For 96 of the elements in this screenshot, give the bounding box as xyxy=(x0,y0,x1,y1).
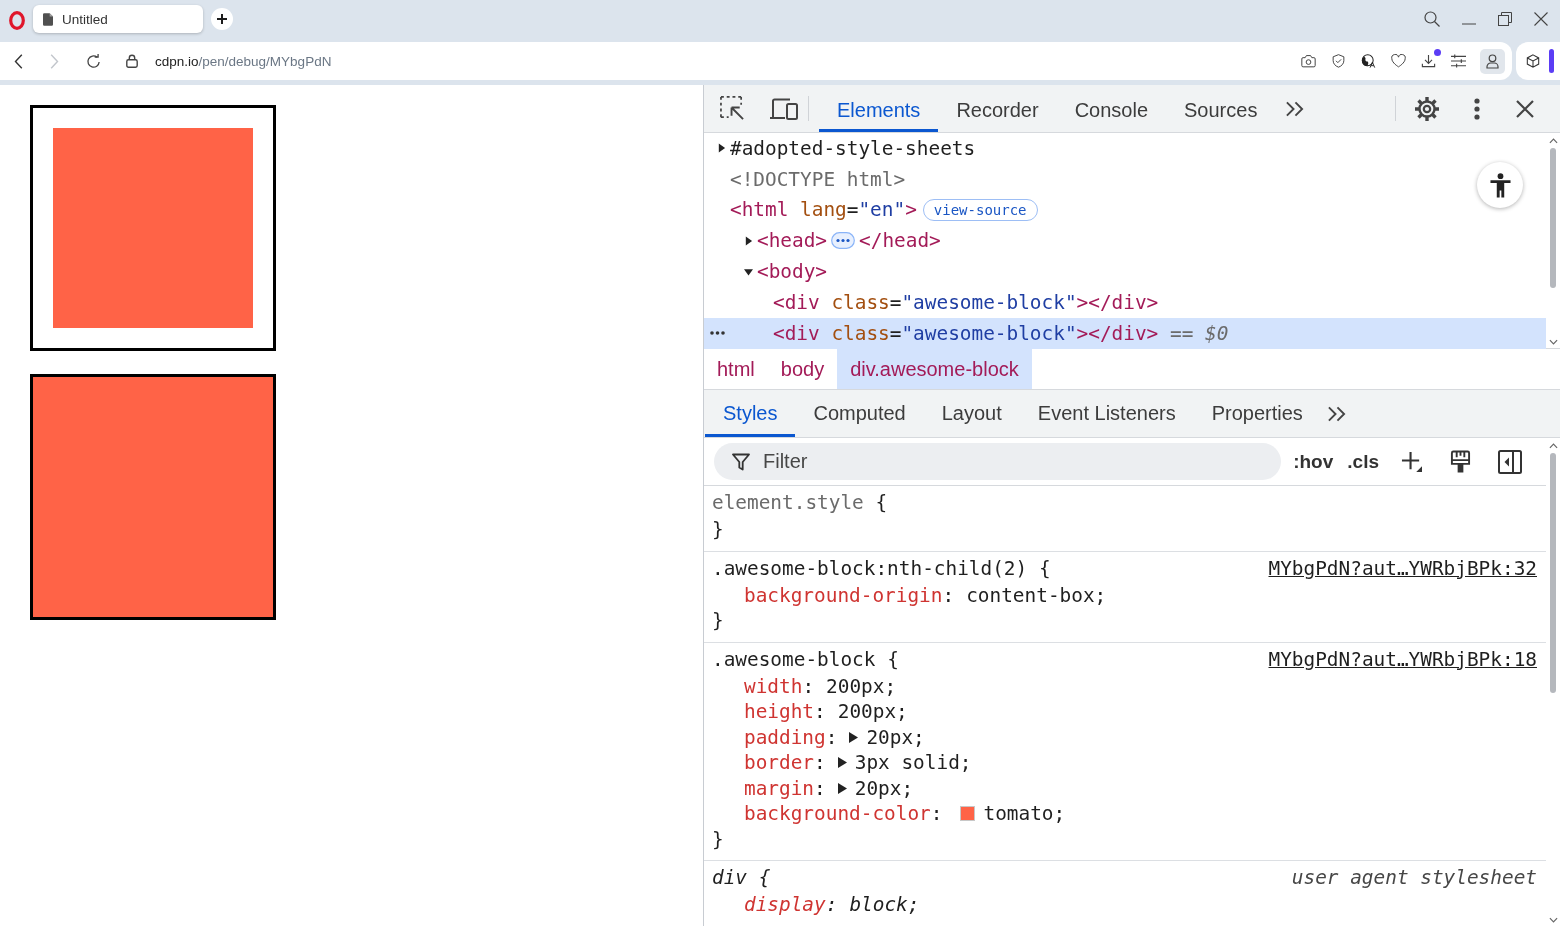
rule-selector[interactable]: element.style { xyxy=(712,491,888,514)
scrollbar-thumb[interactable] xyxy=(1550,453,1556,693)
dom-node[interactable]: <body> xyxy=(704,256,1546,287)
sidebar-tab[interactable]: Computed xyxy=(795,390,924,437)
device-icon[interactable] xyxy=(770,97,798,120)
source-link[interactable]: MYbgPdN?aut…YWRbjBPk:18 xyxy=(1268,647,1537,671)
globe-icon[interactable] xyxy=(1361,54,1376,68)
devtools-tab[interactable]: Sources xyxy=(1166,85,1276,132)
closing-brace: } xyxy=(712,609,724,633)
panel-toggle-icon[interactable] xyxy=(1498,449,1522,474)
lock-icon[interactable] xyxy=(126,54,138,68)
property-name[interactable]: background-color: xyxy=(744,802,943,826)
color-swatch-icon[interactable] xyxy=(960,806,976,822)
scrollbar-thumb[interactable] xyxy=(1550,148,1556,288)
restore-icon[interactable] xyxy=(1498,11,1512,26)
browser-tab[interactable]: Untitled xyxy=(33,5,203,33)
dom-node[interactable]: <html lang="en"> view-source xyxy=(704,194,1546,226)
download-icon[interactable] xyxy=(1421,54,1436,68)
breadcrumb[interactable]: html xyxy=(704,349,768,389)
property-value[interactable]: 3px solid; xyxy=(854,751,972,775)
more-dots-icon[interactable] xyxy=(710,330,725,335)
accessibility-icon xyxy=(1489,172,1511,198)
devtools-tab[interactable]: Recorder xyxy=(938,85,1057,132)
source-link[interactable]: MYbgPdN?aut…YWRbjBPk:32 xyxy=(1268,556,1537,580)
back-icon[interactable] xyxy=(14,53,23,69)
shield-check-icon[interactable] xyxy=(1331,54,1346,68)
property-name[interactable]: padding: xyxy=(744,725,838,749)
sliders-icon[interactable] xyxy=(1451,54,1466,68)
plus-icon xyxy=(217,14,227,24)
closing-brace: } xyxy=(712,827,724,851)
kebab-menu-icon[interactable] xyxy=(1474,97,1480,120)
property-value[interactable]: content-box; xyxy=(966,583,1107,607)
opera-logo-icon[interactable] xyxy=(9,11,25,30)
property-name[interactable]: background-origin: xyxy=(744,583,955,607)
dom-node[interactable]: <!DOCTYPE html> xyxy=(704,163,1546,195)
reload-icon[interactable] xyxy=(86,53,101,69)
breadcrumb[interactable]: body xyxy=(767,349,838,389)
sidebar-tab[interactable]: Properties xyxy=(1193,390,1321,437)
accent-bar xyxy=(1549,49,1554,73)
sidebar-tab[interactable]: Event Listeners xyxy=(1019,390,1194,437)
dom-node[interactable]: <div class="awesome-block"></div> == $0 xyxy=(704,317,1546,349)
property-value[interactable]: 200px; xyxy=(826,674,897,698)
document-icon xyxy=(43,12,53,26)
property-value[interactable]: 200px; xyxy=(837,700,908,724)
search-icon[interactable] xyxy=(1424,10,1440,27)
rule-selector[interactable]: .awesome-block { xyxy=(712,647,899,671)
scroll-up-icon[interactable] xyxy=(1548,443,1558,449)
closing-brace: } xyxy=(712,518,724,542)
dom-node[interactable]: #adopted-style-sheets xyxy=(704,133,1546,164)
expand-triangle-icon[interactable] xyxy=(837,757,847,769)
property-value[interactable]: tomato; xyxy=(983,802,1066,826)
collapsed-content-icon[interactable] xyxy=(831,232,856,250)
scroll-up-icon[interactable] xyxy=(1548,138,1558,144)
filter-field[interactable]: Filter xyxy=(714,443,1282,480)
new-tab-button[interactable] xyxy=(211,8,233,30)
devtools-tab[interactable]: Elements xyxy=(819,85,939,132)
heart-icon[interactable] xyxy=(1391,54,1406,68)
breadcrumb[interactable]: div.awesome-block xyxy=(837,349,1032,389)
devtools-tab[interactable]: Console xyxy=(1056,85,1167,132)
sidebar-tab[interactable]: Layout xyxy=(923,390,1020,437)
caret-icon[interactable] xyxy=(717,143,726,154)
property-name[interactable]: width: xyxy=(744,674,815,698)
toolbar-button[interactable]: .cls xyxy=(1347,450,1379,473)
filter-icon xyxy=(732,453,750,471)
property-name[interactable]: margin: xyxy=(744,776,826,800)
profile-icon[interactable] xyxy=(1480,48,1505,74)
property-value[interactable]: 20px; xyxy=(866,725,925,749)
double-chevron-icon[interactable] xyxy=(1285,100,1305,117)
expand-triangle-icon[interactable] xyxy=(849,731,859,743)
element-picker-icon[interactable] xyxy=(720,96,745,121)
toolbar-button[interactable]: :hov xyxy=(1293,450,1334,473)
stylesheet-origin: user agent stylesheet xyxy=(1291,866,1537,889)
paint-brush-icon[interactable] xyxy=(1450,449,1471,474)
property-name[interactable]: border: xyxy=(744,751,826,775)
double-chevron-icon[interactable] xyxy=(1326,405,1346,422)
property-value[interactable]: 20px; xyxy=(854,776,914,800)
close-icon[interactable] xyxy=(1516,99,1534,118)
camera-icon[interactable] xyxy=(1301,54,1316,68)
property-value[interactable]: block; xyxy=(849,893,920,917)
close-icon[interactable] xyxy=(1534,11,1548,26)
scroll-down-icon[interactable] xyxy=(1548,339,1558,345)
cube-icon[interactable] xyxy=(1526,54,1540,68)
expand-triangle-icon[interactable] xyxy=(837,782,847,794)
scroll-down-icon[interactable] xyxy=(1548,917,1558,923)
caret-icon[interactable] xyxy=(744,235,753,246)
property-name[interactable]: height: xyxy=(744,700,826,724)
rule-selector[interactable]: .awesome-block:nth-child(2) { xyxy=(712,556,1051,580)
property-name[interactable]: display: xyxy=(744,893,838,917)
plus-icon[interactable] xyxy=(1401,451,1422,472)
settings-icon[interactable] xyxy=(1414,95,1440,122)
address-field[interactable]: cdpn.io/pen/debug/MYbgPdN xyxy=(155,53,332,69)
dom-node[interactable]: <head> </head> xyxy=(704,225,1546,257)
accessibility-button[interactable] xyxy=(1477,162,1523,208)
rule-selector[interactable]: div { xyxy=(712,866,771,889)
caret-icon[interactable] xyxy=(744,266,753,277)
sidebar-tab[interactable]: Styles xyxy=(705,390,796,437)
